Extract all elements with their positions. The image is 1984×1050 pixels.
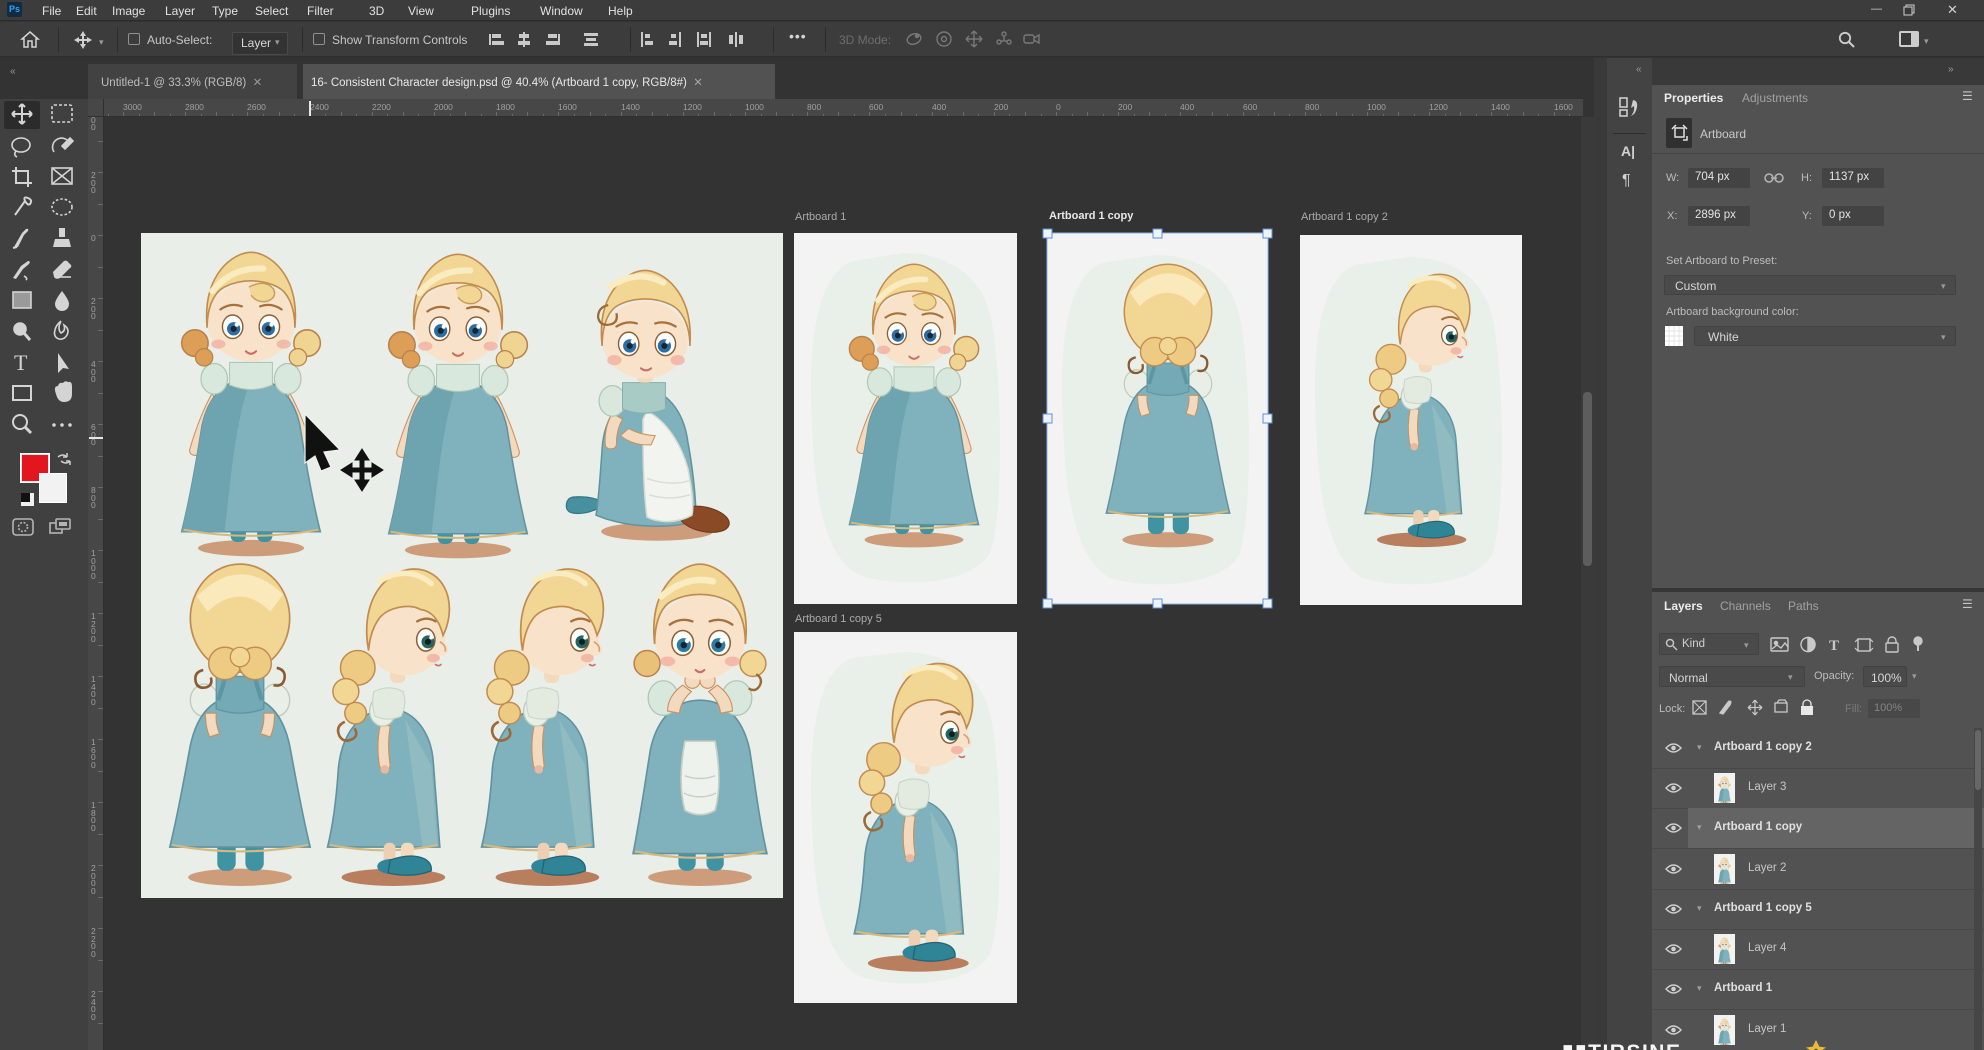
svg-text:T: T — [14, 350, 28, 375]
svg-text:T: T — [1829, 638, 1839, 654]
